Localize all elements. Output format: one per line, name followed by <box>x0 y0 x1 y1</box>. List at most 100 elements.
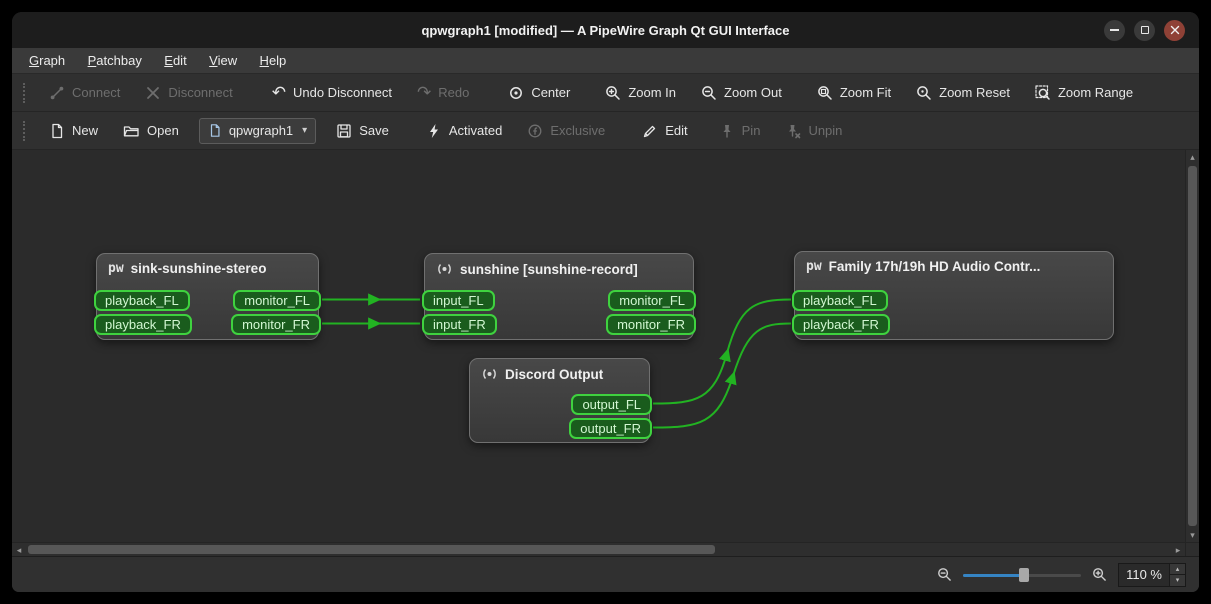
vertical-scrollbar[interactable]: ▴ ▾ <box>1185 150 1199 542</box>
scroll-up-arrow[interactable]: ▴ <box>1186 150 1200 164</box>
zoom-in-button[interactable]: Zoom In <box>594 78 687 108</box>
toolbar-graph: Connect Disconnect ↶ Undo Disconnect ↷ R… <box>12 74 1199 112</box>
node-sink-sunshine-stereo[interactable]: pw sink-sunshine-stereo playback_FL play… <box>94 253 321 340</box>
zoom-reset-label: Zoom Reset <box>939 85 1010 100</box>
zoom-spinbox[interactable]: 110 % ▴ ▾ <box>1118 562 1186 587</box>
toolbar-drag-handle[interactable] <box>23 82 26 103</box>
maximize-icon <box>1140 26 1149 34</box>
scroll-right-arrow[interactable]: ▸ <box>1171 543 1185 557</box>
statusbar: 110 % ▴ ▾ <box>12 556 1199 592</box>
zoom-slider-fill <box>963 573 1025 577</box>
window-title: qpwgraph1 [modified] — A PipeWire Graph … <box>421 22 790 38</box>
zoom-reset-button[interactable]: Zoom Reset <box>905 78 1021 108</box>
minimize-button[interactable] <box>1104 19 1125 41</box>
zoom-out-button[interactable]: Zoom Out <box>690 78 793 108</box>
zoom-range-icon <box>1035 84 1050 100</box>
port-monitor-fl[interactable]: monitor_FL <box>233 290 321 311</box>
port-playback-fr[interactable]: playback_FR <box>94 314 192 335</box>
zoom-fit-label: Zoom Fit <box>839 85 892 100</box>
zoom-in-small-icon[interactable] <box>1092 567 1107 582</box>
record-stream-icon <box>438 264 451 274</box>
patchbay-combo-value: qpwgraph1 <box>228 123 294 138</box>
port-input-fr[interactable]: input_FR <box>422 314 497 335</box>
node-family-hd-audio[interactable]: pw Family 17h/19h HD Audio Contr... play… <box>792 251 1114 340</box>
menu-edit[interactable]: Edit <box>155 48 195 73</box>
scrollbar-corner <box>1185 542 1199 556</box>
open-label: Open <box>147 123 179 138</box>
node-discord-output[interactable]: Discord Output output_FL output_FR <box>469 358 652 443</box>
toolbar-drag-handle[interactable] <box>23 120 26 141</box>
menu-graph[interactable]: Graph <box>20 48 74 73</box>
zoom-slider-thumb[interactable] <box>1019 567 1030 582</box>
horizontal-scrollbar-track[interactable] <box>26 543 1171 556</box>
node-title: sunshine [sunshine-record] <box>425 254 693 277</box>
edit-button[interactable]: Edit <box>631 116 698 146</box>
exclusive-icon <box>528 124 542 137</box>
connection-wires <box>321 293 792 429</box>
vertical-scrollbar-thumb[interactable] <box>1188 166 1197 526</box>
zoom-slider[interactable] <box>963 566 1082 584</box>
unpin-label: Unpin <box>808 123 843 138</box>
node-title: pw Family 17h/19h HD Audio Contr... <box>795 252 1113 274</box>
horizontal-scrollbar-thumb[interactable] <box>28 545 715 554</box>
port-playback-fl[interactable]: playback_FL <box>792 290 888 311</box>
pin-button[interactable]: Pin <box>708 116 772 146</box>
disconnect-button[interactable]: Disconnect <box>134 78 243 108</box>
scroll-down-arrow[interactable]: ▾ <box>1186 528 1200 542</box>
node-sunshine-record[interactable]: sunshine [sunshine-record] input_FL inpu… <box>422 253 696 340</box>
redo-button[interactable]: ↷ Redo <box>406 78 480 108</box>
new-button[interactable]: New <box>38 116 109 146</box>
input-ports: input_FL input_FR <box>422 290 497 335</box>
node-title: pw sink-sunshine-stereo <box>97 254 318 276</box>
zoom-fit-button[interactable]: Zoom Fit <box>806 78 902 108</box>
node-title: Discord Output <box>470 359 649 382</box>
port-input-fl[interactable]: input_FL <box>422 290 495 311</box>
undo-disconnect-button[interactable]: ↶ Undo Disconnect <box>261 78 403 108</box>
menu-patchbay[interactable]: Patchbay <box>79 48 151 73</box>
menu-help[interactable]: Help <box>251 48 296 73</box>
activated-button[interactable]: Activated <box>415 116 513 146</box>
center-icon <box>510 86 523 99</box>
port-playback-fl[interactable]: playback_FL <box>94 290 190 311</box>
graph-canvas[interactable]: pw sink-sunshine-stereo playback_FL play… <box>12 150 1185 542</box>
port-monitor-fl[interactable]: monitor_FL <box>608 290 696 311</box>
port-monitor-fr[interactable]: monitor_FR <box>231 314 321 335</box>
menubar: Graph Patchbay Edit View Help <box>12 48 1199 74</box>
horizontal-scrollbar[interactable]: ◂ ▸ <box>12 542 1185 556</box>
vertical-scrollbar-track[interactable] <box>1186 164 1199 528</box>
spin-up-button[interactable]: ▴ <box>1170 563 1185 574</box>
titlebar[interactable]: qpwgraph1 [modified] — A PipeWire Graph … <box>12 12 1199 48</box>
maximize-button[interactable] <box>1134 19 1155 41</box>
redo-label: Redo <box>438 85 470 100</box>
output-ports: monitor_FL monitor_FR <box>606 290 696 335</box>
unpin-button[interactable]: Unpin <box>774 116 853 146</box>
patchbay-combo[interactable]: qpwgraph1 ▾ <box>198 117 317 144</box>
zoom-value: 110 % <box>1126 567 1162 582</box>
port-playback-fr[interactable]: playback_FR <box>792 314 890 335</box>
lightning-bolt-icon <box>429 123 438 138</box>
pin-label: Pin <box>741 123 761 138</box>
new-label: New <box>72 123 99 138</box>
zoom-range-button[interactable]: Zoom Range <box>1024 78 1144 108</box>
pipewire-icon: pw <box>108 261 124 276</box>
center-button[interactable]: Center <box>497 78 581 108</box>
spin-buttons: ▴ ▾ <box>1169 563 1185 586</box>
zoom-range-label: Zoom Range <box>1057 85 1134 100</box>
exclusive-button[interactable]: Exclusive <box>516 116 616 146</box>
connect-label: Connect <box>72 85 121 100</box>
spin-down-button[interactable]: ▾ <box>1170 574 1185 586</box>
zoom-out-small-icon[interactable] <box>937 567 952 582</box>
port-output-fl[interactable]: output_FL <box>571 394 652 415</box>
scroll-left-arrow[interactable]: ◂ <box>12 543 26 557</box>
minimize-icon <box>1110 29 1119 31</box>
connect-icon <box>50 86 64 99</box>
port-monitor-fr[interactable]: monitor_FR <box>606 314 696 335</box>
node-title-text: Family 17h/19h HD Audio Contr... <box>828 259 1041 274</box>
close-button[interactable] <box>1164 19 1185 41</box>
menu-view[interactable]: View <box>200 48 246 73</box>
open-button[interactable]: Open <box>112 116 190 146</box>
port-output-fr[interactable]: output_FR <box>569 418 652 439</box>
save-button[interactable]: Save <box>325 116 400 146</box>
toolbar-file: New Open qpwgraph1 ▾ Save Activated Excl… <box>12 112 1199 150</box>
connect-button[interactable]: Connect <box>38 78 131 108</box>
